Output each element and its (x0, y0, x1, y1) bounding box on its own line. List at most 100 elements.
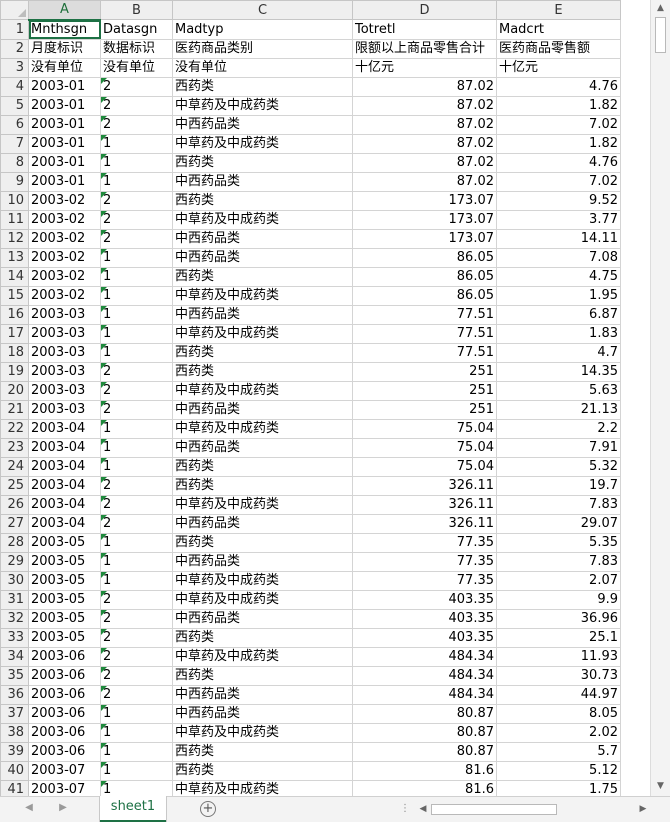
cell-d[interactable]: 403.35 (352, 608, 497, 629)
cell-d[interactable]: 326.11 (352, 513, 497, 534)
cell-d[interactable]: 251 (352, 380, 497, 401)
cell-b[interactable]: 2 (100, 589, 173, 610)
cell-b[interactable]: 没有单位 (100, 57, 173, 78)
cell-b[interactable]: 1 (100, 152, 173, 173)
column-header-d[interactable]: D (352, 0, 497, 20)
cell-d[interactable]: 484.34 (352, 665, 497, 686)
cell-d[interactable]: 173.07 (352, 228, 497, 249)
cell-c[interactable]: 中西药品类 (172, 399, 353, 420)
row-header[interactable]: 34 (0, 646, 29, 667)
cell-c[interactable]: 西药类 (172, 190, 353, 211)
cell-b[interactable]: 2 (100, 209, 173, 230)
row-header[interactable]: 32 (0, 608, 29, 629)
cell-e[interactable]: 14.35 (496, 361, 621, 382)
cell-e[interactable]: 44.97 (496, 684, 621, 705)
row-header[interactable]: 29 (0, 551, 29, 572)
cell-d[interactable]: 403.35 (352, 589, 497, 610)
column-header-c[interactable]: C (172, 0, 353, 20)
cell-b[interactable]: 2 (100, 608, 173, 629)
cell-b[interactable]: 2 (100, 114, 173, 135)
cell-a[interactable]: 2003-02 (28, 285, 101, 306)
cell-b[interactable]: 2 (100, 95, 173, 116)
cell-d[interactable]: 87.02 (352, 95, 497, 116)
row-header[interactable]: 23 (0, 437, 29, 458)
cell-e[interactable]: Madcrt (496, 19, 621, 40)
cell-a[interactable]: 2003-05 (28, 570, 101, 591)
cell-c[interactable]: 中西药品类 (172, 703, 353, 724)
cell-e[interactable]: 5.32 (496, 456, 621, 477)
cell-c[interactable]: 中西药品类 (172, 114, 353, 135)
cell-e[interactable]: 3.77 (496, 209, 621, 230)
cell-c[interactable]: 中西药品类 (172, 247, 353, 268)
row-header[interactable]: 11 (0, 209, 29, 230)
vertical-scroll-thumb[interactable] (655, 17, 666, 53)
cell-e[interactable]: 4.76 (496, 76, 621, 97)
row-header[interactable]: 19 (0, 361, 29, 382)
cell-d[interactable]: 77.51 (352, 342, 497, 363)
cell-c[interactable]: 西药类 (172, 475, 353, 496)
cell-c[interactable]: 中西药品类 (172, 304, 353, 325)
cell-e[interactable]: 6.87 (496, 304, 621, 325)
row-header[interactable]: 9 (0, 171, 29, 192)
row-header[interactable]: 16 (0, 304, 29, 325)
cell-e[interactable]: 11.93 (496, 646, 621, 667)
cell-d[interactable]: 326.11 (352, 494, 497, 515)
cell-c[interactable]: 中草药及中成药类 (172, 494, 353, 515)
cell-d[interactable]: 80.87 (352, 703, 497, 724)
cell-e[interactable]: 1.95 (496, 285, 621, 306)
cell-d[interactable]: 251 (352, 399, 497, 420)
cell-e[interactable]: 2.2 (496, 418, 621, 439)
cell-b[interactable]: 2 (100, 380, 173, 401)
row-header[interactable]: 36 (0, 684, 29, 705)
cell-a[interactable]: 2003-06 (28, 684, 101, 705)
cell-d[interactable]: 77.51 (352, 323, 497, 344)
cell-b[interactable]: 1 (100, 722, 173, 743)
cell-d[interactable]: 87.02 (352, 76, 497, 97)
cell-d[interactable]: 77.35 (352, 532, 497, 553)
cell-a[interactable]: 2003-06 (28, 741, 101, 762)
cell-d[interactable]: 81.6 (352, 779, 497, 796)
cell-e[interactable]: 1.82 (496, 133, 621, 154)
cell-a[interactable]: 2003-02 (28, 228, 101, 249)
cell-c[interactable]: 中草药及中成药类 (172, 589, 353, 610)
row-header[interactable]: 37 (0, 703, 29, 724)
cell-a[interactable]: 2003-02 (28, 266, 101, 287)
cell-c[interactable]: 中西药品类 (172, 551, 353, 572)
cell-d[interactable]: 87.02 (352, 114, 497, 135)
cell-d[interactable]: Totretl (352, 19, 497, 40)
cell-c[interactable]: 中草药及中成药类 (172, 722, 353, 743)
cell-a[interactable]: 2003-05 (28, 551, 101, 572)
row-header[interactable]: 4 (0, 76, 29, 97)
cell-c[interactable]: 医药商品类别 (172, 38, 353, 59)
row-header[interactable]: 31 (0, 589, 29, 610)
cell-a[interactable]: 2003-03 (28, 304, 101, 325)
cell-a[interactable]: 2003-01 (28, 133, 101, 154)
cell-e[interactable]: 36.96 (496, 608, 621, 629)
cell-b[interactable]: 2 (100, 190, 173, 211)
cell-d[interactable]: 77.51 (352, 304, 497, 325)
cell-d[interactable]: 81.6 (352, 760, 497, 781)
cell-e[interactable]: 7.83 (496, 551, 621, 572)
cell-a[interactable]: 2003-07 (28, 779, 101, 796)
cell-c[interactable]: 西药类 (172, 665, 353, 686)
cell-a[interactable]: 2003-06 (28, 722, 101, 743)
cell-b[interactable]: 1 (100, 171, 173, 192)
cell-d[interactable]: 86.05 (352, 285, 497, 306)
cell-d[interactable]: 十亿元 (352, 57, 497, 78)
cell-e[interactable]: 7.83 (496, 494, 621, 515)
cell-d[interactable]: 75.04 (352, 418, 497, 439)
cell-c[interactable]: 没有单位 (172, 57, 353, 78)
cell-a[interactable]: 2003-06 (28, 703, 101, 724)
cell-c[interactable]: 中草药及中成药类 (172, 285, 353, 306)
cell-a[interactable]: 2003-02 (28, 190, 101, 211)
cell-e[interactable]: 9.9 (496, 589, 621, 610)
cell-e[interactable]: 4.75 (496, 266, 621, 287)
cell-e[interactable]: 21.13 (496, 399, 621, 420)
row-header[interactable]: 24 (0, 456, 29, 477)
cell-c[interactable]: 中草药及中成药类 (172, 209, 353, 230)
cell-c[interactable]: 中草药及中成药类 (172, 646, 353, 667)
cell-b[interactable]: 1 (100, 133, 173, 154)
cell-e[interactable]: 5.7 (496, 741, 621, 762)
row-header[interactable]: 25 (0, 475, 29, 496)
cell-c[interactable]: 中西药品类 (172, 171, 353, 192)
